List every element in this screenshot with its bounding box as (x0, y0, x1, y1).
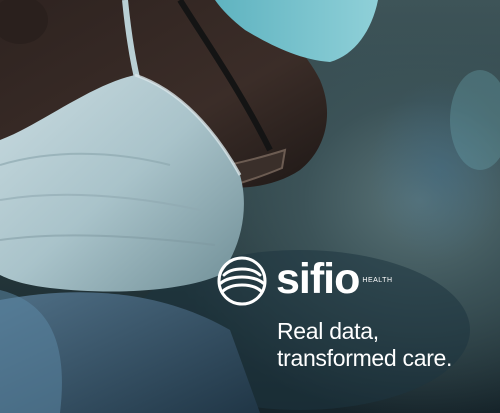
sifio-logo-icon (217, 256, 267, 306)
tagline-line-2: transformed care. (277, 345, 453, 371)
tagline: Real data, transformed care. (277, 318, 452, 372)
display-ad[interactable]: sifio HEALTH Real data, transformed care… (0, 0, 500, 413)
brand-logo: sifio HEALTH (216, 255, 393, 307)
tagline-line-1: Real data, (277, 318, 379, 344)
brand-subtitle: HEALTH (362, 277, 393, 284)
brand-name: sifio (276, 254, 360, 303)
